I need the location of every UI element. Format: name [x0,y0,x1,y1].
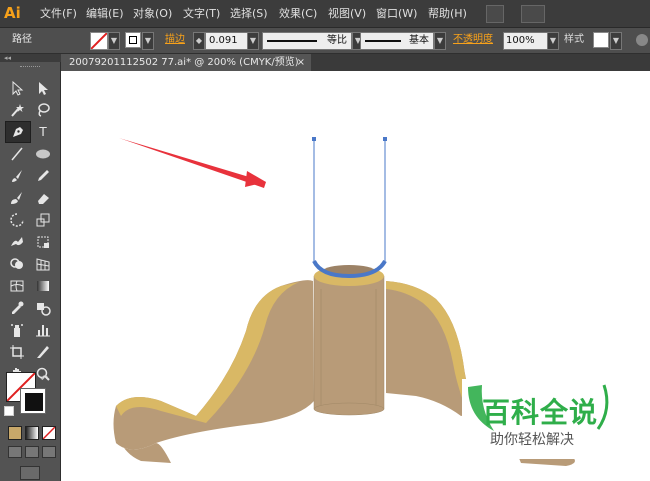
recolor-artwork-icon[interactable] [636,34,648,46]
close-tab-icon[interactable]: × [297,54,305,71]
eraser-tool-icon[interactable] [33,188,53,208]
shape-builder-tool-icon[interactable] [7,254,27,274]
type-tool-icon[interactable]: T [33,122,53,142]
stroke-weight-dropdown[interactable]: ▼ [247,32,259,50]
menu-type[interactable]: 文字(T) [183,0,220,27]
opacity-dropdown[interactable]: ▼ [547,32,559,50]
anchor-point[interactable] [383,137,387,141]
document-tab-title: 20079201112502 77.ai* @ 200% (CMYK/预览) [69,57,299,68]
menu-effect[interactable]: 效果(C) [279,0,317,27]
stroke-color-box[interactable] [20,388,46,414]
brush-definition[interactable]: 基本 [360,32,434,50]
app-logo: Ai [4,4,21,22]
document-tab[interactable]: 20079201112502 77.ai* @ 200% (CMYK/预览) × [61,54,311,71]
draw-behind-icon[interactable] [25,446,39,458]
style-dropdown[interactable]: ▼ [610,32,622,50]
watermark-subtitle: 助你轻松解决 [490,432,574,448]
draw-inside-icon[interactable] [42,446,56,458]
menu-help[interactable]: 帮助(H) [428,0,467,27]
none-slash-icon [91,33,107,49]
menu-file[interactable]: 文件(F) [40,0,77,27]
selection-type-label: 路径 [12,34,32,45]
red-arrow-annotation [119,138,266,188]
stroke-weight-input[interactable]: 0.091 [205,32,248,50]
column-graph-tool-icon[interactable] [33,320,53,340]
line-segment-tool-icon[interactable] [7,144,27,164]
screen-mode-icon[interactable] [20,466,40,480]
default-fill-stroke-icon[interactable] [4,406,14,416]
free-transform-tool-icon[interactable] [33,232,53,252]
menu-view[interactable]: 视图(V) [328,0,366,27]
pen-tool-icon[interactable] [5,121,31,143]
draw-normal-icon[interactable] [8,446,22,458]
selection-tool-icon[interactable] [7,78,27,98]
symbol-sprayer-tool-icon[interactable] [7,320,27,340]
menu-window[interactable]: 窗口(W) [376,0,417,27]
stroke-weight-stepper[interactable]: ◆ [193,32,205,50]
menu-edit[interactable]: 编辑(E) [86,0,124,27]
arrange-documents-icon[interactable] [521,5,545,23]
anchor-point[interactable] [312,137,316,141]
blend-tool-icon[interactable] [33,298,53,318]
paintbrush-tool-icon[interactable] [7,166,27,186]
direct-selection-tool-icon[interactable] [33,78,53,98]
none-slash-icon [43,427,55,439]
tools-panel: ◂◂ T ↶ [0,54,64,481]
selected-path[interactable] [312,137,387,279]
menu-object[interactable]: 对象(O) [133,0,172,27]
bridge-icon[interactable] [486,5,504,23]
watermark-title: 百科全说 [482,396,599,429]
document-tab-bar: 20079201112502 77.ai* @ 200% (CMYK/预览) × [61,54,650,71]
brush-dropdown[interactable]: ▼ [434,32,446,50]
panel-grip[interactable] [20,66,40,69]
warp-tool-icon[interactable] [7,232,27,252]
pencil-tool-icon[interactable] [33,166,53,186]
opacity-label[interactable]: 不透明度 [453,32,493,48]
graphic-style-swatch[interactable] [593,32,609,48]
stroke-dropdown[interactable]: ▼ [142,32,154,50]
fill-none-swatch[interactable] [90,32,108,50]
brush-label: 基本 [409,35,429,46]
ellipse-tool-icon[interactable] [33,144,53,164]
slice-tool-icon[interactable] [33,342,53,362]
swap-fill-stroke-icon[interactable]: ↶ [40,374,48,385]
control-bar: 路径 ▼ ▼ 描边 ◆ 0.091 ▼ 等比 ▼ 基本 ▼ 不透明度 100% … [0,28,650,54]
mesh-tool-icon[interactable] [7,276,27,296]
stroke-swatch[interactable] [125,32,141,48]
magic-wand-tool-icon[interactable] [7,100,27,120]
gradient-tool-icon[interactable] [33,276,53,296]
variable-width-profile[interactable]: 等比 [262,32,352,50]
fill-dropdown[interactable]: ▼ [108,32,120,50]
lasso-tool-icon[interactable] [33,100,53,120]
rotate-tool-icon[interactable] [7,210,27,230]
stroke-label[interactable]: 描边 [165,32,185,48]
panel-collapse-icon[interactable]: ◂◂ [0,54,64,62]
blob-brush-tool-icon[interactable] [7,188,27,208]
menu-select[interactable]: 选择(S) [230,0,268,27]
artboard-tool-icon[interactable] [7,342,27,362]
perspective-grid-tool-icon[interactable] [33,254,53,274]
watermark: 百科全说 助你轻松解决 [462,379,632,459]
gradient-mode-button[interactable] [25,426,39,440]
none-mode-button[interactable] [42,426,56,440]
scale-tool-icon[interactable] [33,210,53,230]
profile-label: 等比 [327,35,347,46]
style-label: 样式 [564,34,584,45]
color-mode-button[interactable] [8,426,22,440]
eyedropper-tool-icon[interactable] [7,298,27,318]
menu-bar: Ai 文件(F) 编辑(E) 对象(O) 文字(T) 选择(S) 效果(C) 视… [0,0,650,28]
